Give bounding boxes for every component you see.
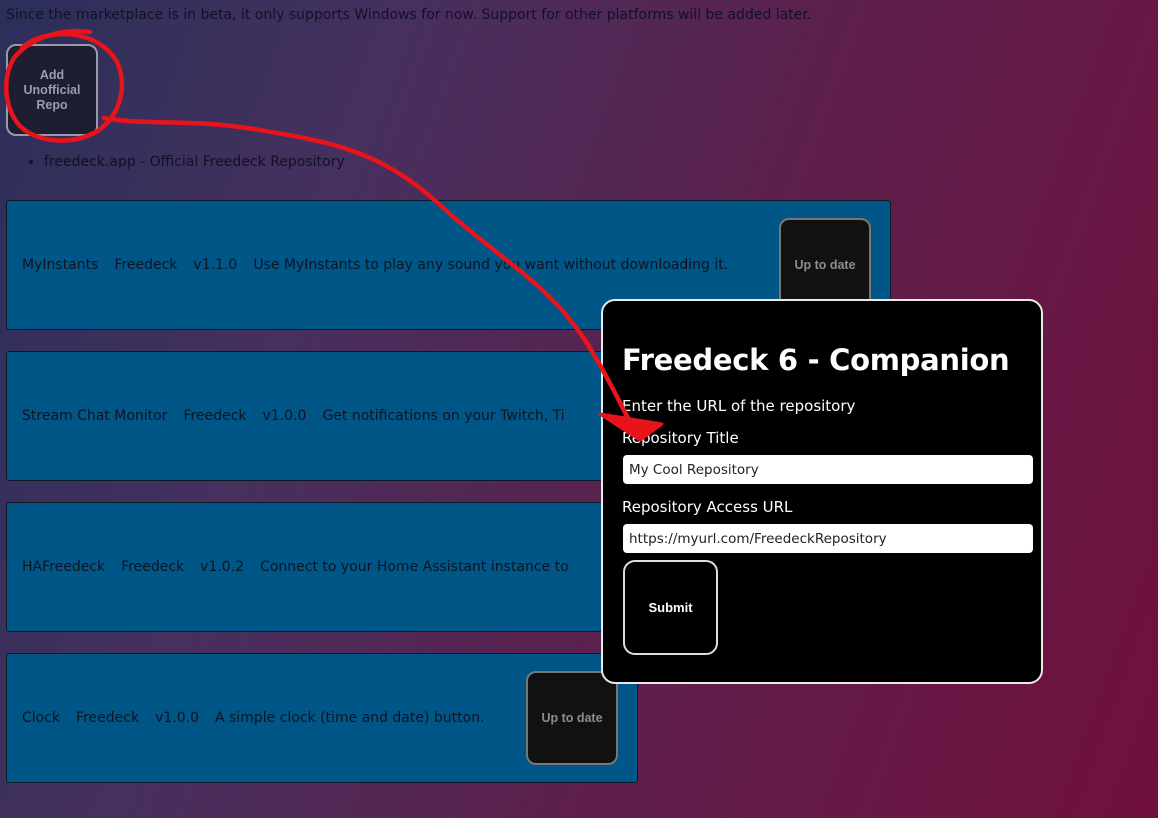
- plugin-name: MyInstants: [22, 257, 99, 273]
- plugin-author: Freedeck: [76, 710, 140, 726]
- marketplace-notice: Since the marketplace is in beta, it onl…: [6, 7, 812, 23]
- plugin-version: v1.0.0: [155, 710, 199, 726]
- dialog-instruction: Enter the URL of the repository: [622, 397, 856, 415]
- repository-list: freedeck.app - Official Freedeck Reposit…: [26, 154, 345, 170]
- plugin-author: Freedeck: [114, 257, 178, 273]
- plugin-version: v1.0.2: [200, 559, 245, 575]
- plugin-name: Clock: [22, 710, 61, 726]
- plugin-card-hafreedeck: HAFreedeck Freedeck v1.0.2 Connect to yo…: [6, 502, 606, 632]
- repository-title-label: Repository Title: [622, 429, 739, 447]
- dialog-title: Freedeck 6 - Companion: [622, 343, 1010, 377]
- plugin-description: Get notifications on your Twitch, Ti: [322, 408, 565, 424]
- status-button[interactable]: Up to date: [526, 671, 618, 765]
- plugin-description: Connect to your Home Assistant instance …: [260, 559, 569, 575]
- plugin-author: Freedeck: [183, 408, 247, 424]
- plugin-name: Stream Chat Monitor: [22, 408, 168, 424]
- plugin-version: v1.1.0: [193, 257, 238, 273]
- plugin-description: A simple clock (time and date) button.: [214, 710, 485, 726]
- repository-item: freedeck.app - Official Freedeck Reposit…: [44, 154, 345, 170]
- status-button[interactable]: Up to date: [779, 218, 871, 312]
- add-repository-dialog: Freedeck 6 - Companion Enter the URL of …: [601, 299, 1043, 684]
- plugin-card-clock: Clock Freedeck v1.0.0 A simple clock (ti…: [6, 653, 638, 783]
- repository-url-input[interactable]: [623, 524, 1033, 553]
- plugin-version: v1.0.0: [262, 408, 307, 424]
- plugin-author: Freedeck: [121, 559, 185, 575]
- plugin-description: Use MyInstants to play any sound you wan…: [253, 257, 729, 273]
- repository-title-input[interactable]: [623, 455, 1033, 484]
- add-unofficial-repo-button[interactable]: Add Unofficial Repo: [6, 44, 98, 136]
- submit-button[interactable]: Submit: [623, 560, 718, 655]
- plugin-card-stream-chat-monitor: Stream Chat Monitor Freedeck v1.0.0 Get …: [6, 351, 606, 481]
- repository-url-label: Repository Access URL: [622, 498, 793, 516]
- plugin-name: HAFreedeck: [22, 559, 106, 575]
